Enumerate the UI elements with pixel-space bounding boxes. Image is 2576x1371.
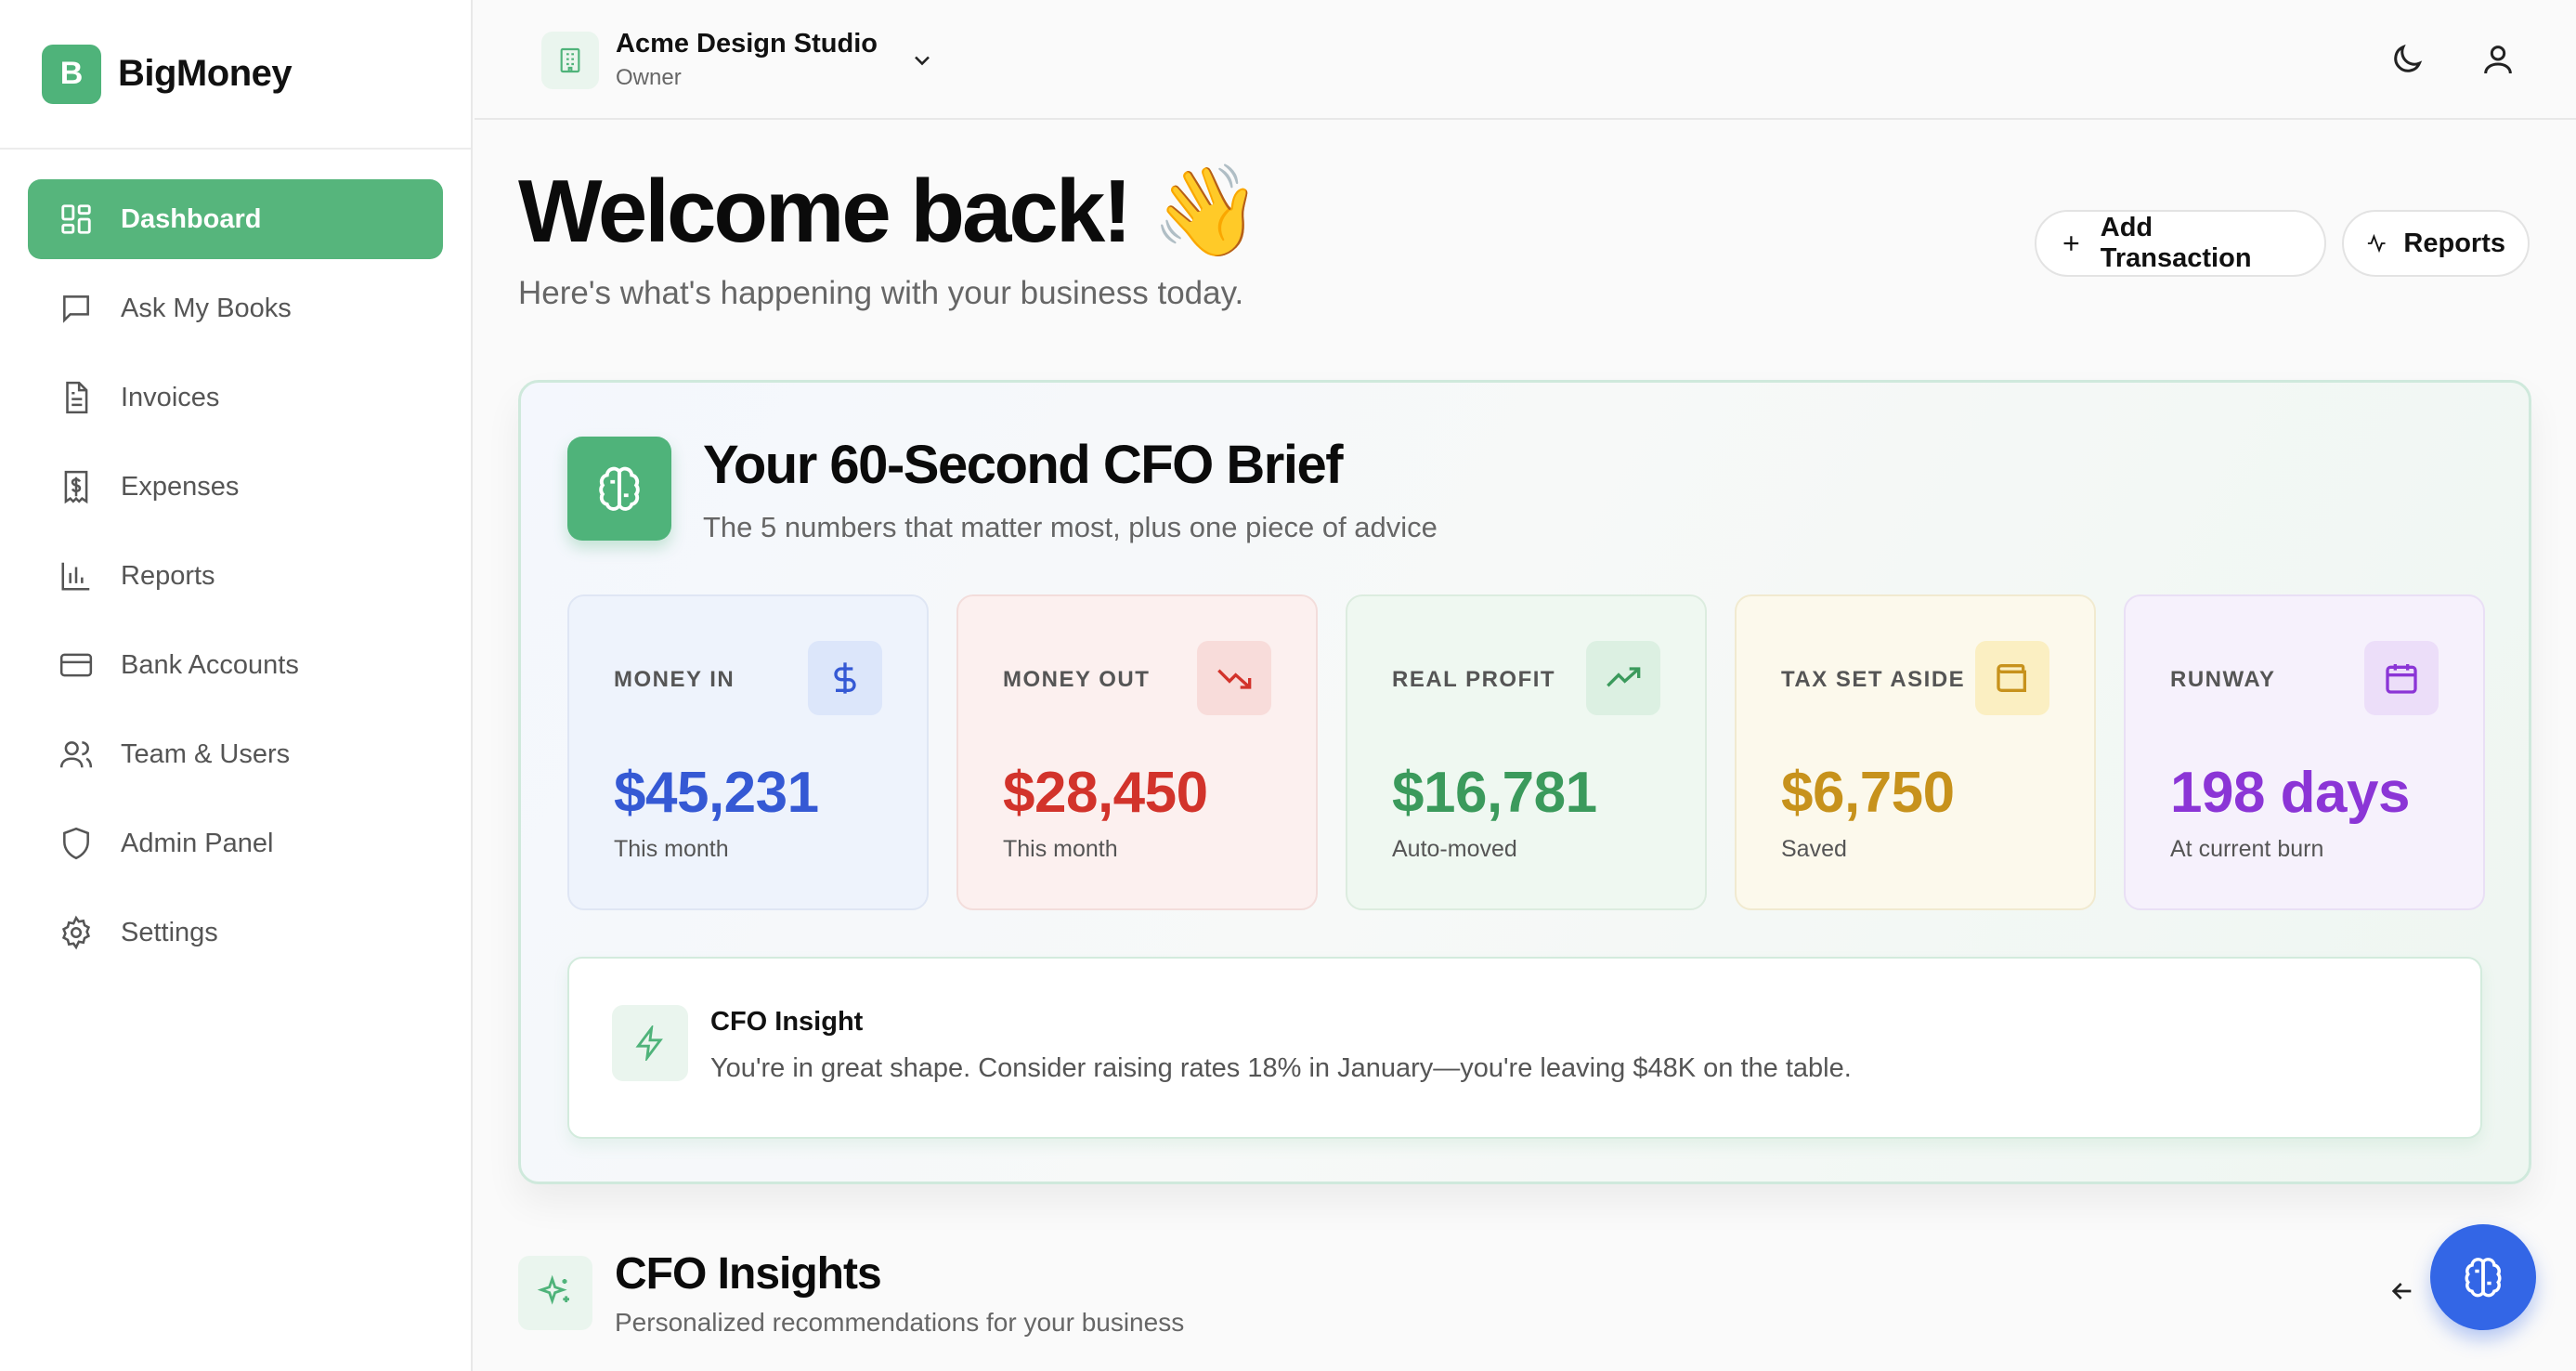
user-icon[interactable]: [2476, 37, 2520, 82]
sidebar-item-label: Invoices: [121, 382, 220, 412]
reports-button[interactable]: Reports: [2342, 210, 2530, 277]
brief-title: Your 60-Second CFO Brief: [703, 435, 1344, 495]
metric-value: $28,450: [1003, 761, 1208, 825]
metric-label: REAL PROFIT: [1392, 667, 1556, 692]
arrow-left-icon[interactable]: [2387, 1276, 2417, 1306]
ai-assistant-button[interactable]: [2430, 1224, 2536, 1330]
brain-icon: [2459, 1253, 2507, 1301]
lightning-icon: [612, 1005, 688, 1081]
trending-up-icon: [1586, 641, 1660, 715]
sparkles-icon: [518, 1256, 592, 1330]
sidebar-item-reports[interactable]: Reports: [28, 536, 443, 616]
add-transaction-button[interactable]: Add Transaction: [2035, 210, 2326, 277]
wallet-icon: [1975, 641, 2049, 715]
gear-icon: [58, 914, 95, 951]
cfo-insight-panel: CFO Insight You're in great shape. Consi…: [567, 957, 2482, 1139]
sidebar-item-label: Bank Accounts: [121, 649, 299, 680]
sidebar-item-label: Expenses: [121, 471, 240, 502]
sidebar-item-team-users[interactable]: Team & Users: [28, 714, 443, 794]
users-icon: [58, 736, 95, 773]
sidebar-item-label: Reports: [121, 560, 215, 591]
metric-label: MONEY OUT: [1003, 667, 1151, 692]
chat-icon: [58, 290, 95, 327]
top-actions: [2385, 37, 2520, 82]
plus-icon: [2063, 236, 2079, 251]
organization-info: Acme Design Studio Owner: [616, 29, 878, 91]
brand[interactable]: B BigMoney: [0, 0, 471, 150]
sidebar-item-admin-panel[interactable]: Admin Panel: [28, 803, 443, 883]
credit-card-icon: [58, 646, 95, 684]
metric-card-money-out[interactable]: MONEY OUT $28,450 This month: [956, 594, 1318, 910]
metric-value: 198 days: [2170, 761, 2411, 825]
page-subtitle: Here's what's happening with your busine…: [518, 275, 1244, 311]
top-bar: Acme Design Studio Owner: [475, 0, 2576, 120]
metrics-row: MONEY IN $45,231 This month MONEY OUT $2…: [567, 594, 2485, 910]
brief-subtitle: The 5 numbers that matter most, plus one…: [703, 511, 1438, 543]
sidebar-nav: Dashboard Ask My Books Invoices Expenses…: [0, 150, 471, 973]
metric-card-money-in[interactable]: MONEY IN $45,231 This month: [567, 594, 929, 910]
insight-title: CFO Insight: [710, 1007, 864, 1037]
dashboard-icon: [58, 201, 95, 238]
metric-card-runway[interactable]: RUNWAY 198 days At current burn: [2124, 594, 2485, 910]
organization-name: Acme Design Studio: [616, 29, 878, 59]
metric-label: TAX SET ASIDE: [1781, 667, 1966, 692]
sidebar-item-label: Dashboard: [121, 203, 262, 234]
activity-icon: [2367, 233, 2386, 254]
metric-card-tax-set-aside[interactable]: TAX SET ASIDE $6,750 Saved: [1735, 594, 2096, 910]
sidebar-item-dashboard[interactable]: Dashboard: [28, 179, 443, 259]
metric-label: RUNWAY: [2170, 667, 2276, 692]
building-icon: [541, 31, 599, 89]
sidebar-item-bank-accounts[interactable]: Bank Accounts: [28, 625, 443, 705]
sidebar-item-label: Admin Panel: [121, 828, 274, 858]
file-text-icon: [58, 379, 95, 416]
trending-down-icon: [1197, 641, 1271, 715]
brain-icon: [567, 437, 671, 541]
sidebar-item-invoices[interactable]: Invoices: [28, 358, 443, 437]
sidebar-item-expenses[interactable]: Expenses: [28, 447, 443, 527]
sidebar-item-label: Ask My Books: [121, 293, 292, 323]
organization-switcher[interactable]: Acme Design Studio Owner: [541, 29, 935, 91]
chevron-down-icon[interactable]: [909, 47, 935, 73]
metric-note: Saved: [1781, 836, 1847, 862]
metric-value: $45,231: [614, 761, 819, 825]
brand-logo: B: [42, 44, 101, 104]
insight-text: You're in great shape. Consider raising …: [710, 1053, 1852, 1083]
moon-icon[interactable]: [2385, 37, 2429, 82]
sidebar-item-settings[interactable]: Settings: [28, 893, 443, 973]
dollar-icon: [808, 641, 882, 715]
sidebar-item-label: Settings: [121, 917, 218, 947]
metric-note: At current burn: [2170, 836, 2324, 862]
cfo-brief-card: Your 60-Second CFO Brief The 5 numbers t…: [518, 380, 2531, 1184]
metric-note: This month: [614, 836, 729, 862]
add-transaction-label: Add Transaction: [2100, 213, 2252, 273]
metric-card-real-profit[interactable]: REAL PROFIT $16,781 Auto-moved: [1346, 594, 1707, 910]
organization-role: Owner: [616, 65, 682, 90]
receipt-icon: [58, 468, 95, 505]
brand-name: BigMoney: [118, 53, 293, 94]
insights-section-title: CFO Insights: [615, 1249, 882, 1299]
bar-chart-icon: [58, 557, 95, 594]
sidebar-item-ask-my-books[interactable]: Ask My Books: [28, 268, 443, 348]
metric-label: MONEY IN: [614, 667, 735, 692]
reports-label: Reports: [2403, 228, 2505, 258]
metric-value: $6,750: [1781, 761, 1955, 825]
metric-value: $16,781: [1392, 761, 1597, 825]
insights-section-subtitle: Personalized recommendations for your bu…: [615, 1308, 1185, 1337]
sidebar: B BigMoney Dashboard Ask My Books Invoic…: [0, 0, 473, 1371]
shield-icon: [58, 825, 95, 862]
page-title: Welcome back! 👋: [518, 162, 1262, 261]
metric-note: Auto-moved: [1392, 836, 1517, 862]
sidebar-item-label: Team & Users: [121, 738, 291, 769]
calendar-icon: [2364, 641, 2439, 715]
metric-note: This month: [1003, 836, 1118, 862]
